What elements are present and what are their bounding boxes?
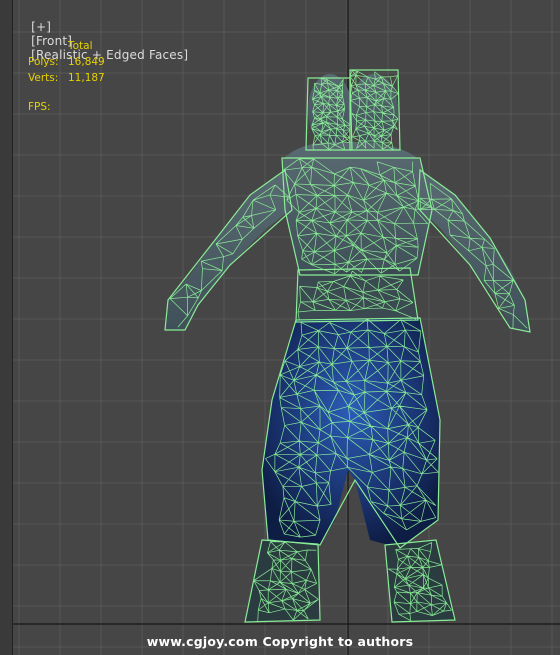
viewport[interactable]: [+] [Front] [Realistic + Edged Faces] To… <box>0 0 560 655</box>
character-wireframe-mesh[interactable] <box>0 0 560 655</box>
watermark-text: www.cgjoy.com Copyright to authors <box>146 634 414 649</box>
